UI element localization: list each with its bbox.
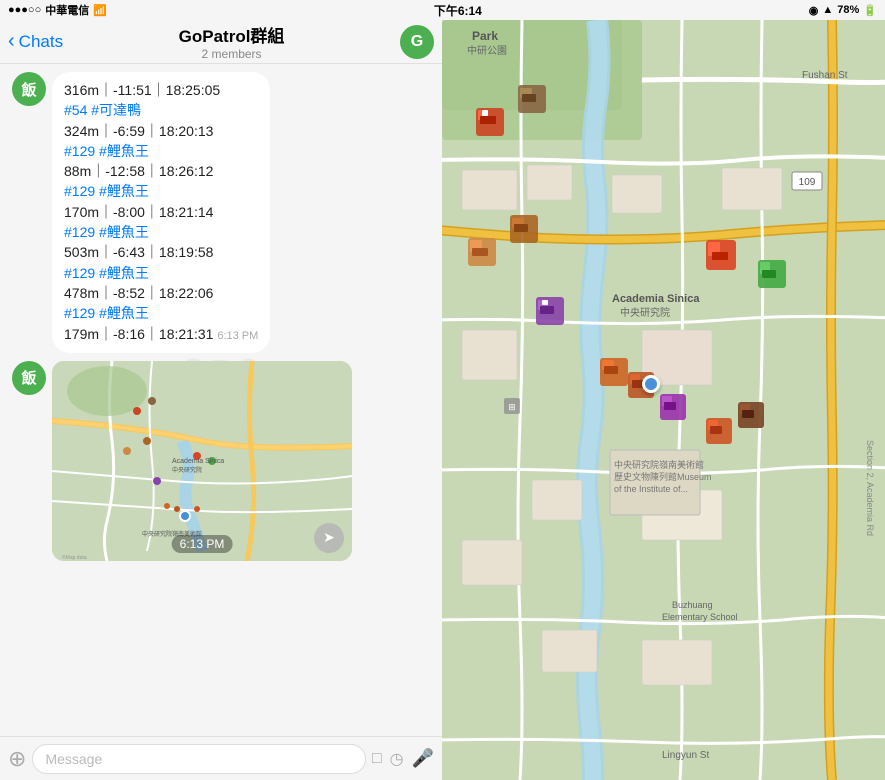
back-button[interactable]: ‹ Chats [8,30,63,53]
signal-dots: ●●●○○ [8,4,41,16]
msg-line-4: #129 #鯉魚王 [64,141,258,161]
svg-text:中央研究院: 中央研究院 [620,306,670,319]
status-time: 下午6:14 [434,2,482,19]
msg-line-6: #129 #鯉魚王 [64,181,258,201]
msg-line-3: 324m｜-6:59｜18:20:13 [64,121,258,141]
nav-bar: ‹ Chats GoPatrol群組 2 members G [0,20,442,64]
msg-line-5: 88m｜-12:58｜18:26:12 [64,161,258,181]
status-carrier-area: ●●●○○ 中華電信 📶 [8,2,107,18]
mini-map-svg: Academia Sinica 中央研究院 中央研究院嶺南美術館 ©Map da… [52,361,352,561]
msg-line-12: #129 #鯉魚王 [64,303,258,323]
msg-line-2: #54 #可達鴨 [64,100,258,120]
messages-area[interactable]: 🐻 飯 316m｜-11:51｜18:25:05 #54 #可達鴨 324m｜-… [0,64,442,736]
battery-icon: 🔋 [863,4,877,17]
svg-text:of the Institute of...: of the Institute of... [614,484,688,494]
status-right-area: ◉ ▲ 78% 🔋 [809,4,877,17]
map-share-button[interactable]: ➤ [314,523,344,553]
app-container: ‹ Chats GoPatrol群組 2 members G 🐻 飯 316m｜… [0,20,885,780]
message-placeholder: Message [45,751,102,767]
map-time-badge: 6:13 PM [172,535,233,553]
svg-text:中研公園: 中研公園 [467,44,507,57]
msg-line-11: 478m｜-8:52｜18:22:06 [64,283,258,303]
msg-line-7: 170m｜-8:00｜18:21:14 [64,202,258,222]
group-name: GoPatrol群組 [63,22,400,47]
gps-icon: ▲ [822,4,833,16]
message-group: 飯 316m｜-11:51｜18:25:05 #54 #可達鴨 324m｜-6:… [12,72,430,353]
avatar-letter: G [411,33,423,51]
location-icon: ◉ [809,4,819,17]
chat-panel: ‹ Chats GoPatrol群組 2 members G 🐻 飯 316m｜… [0,20,442,780]
svg-text:中央研究院: 中央研究院 [172,466,202,474]
svg-text:Section 2, Academia Rd: Section 2, Academia Rd [865,440,875,536]
msg-last-line: 179m｜-8:16｜18:21:31 [64,326,217,342]
svg-text:歷史文物陳列館Museum: 歷史文物陳列館Museum [614,471,712,482]
pokemon-link-5[interactable]: #129 #鯉魚王 [64,265,149,281]
msg-time-1: 6:13 PM [217,330,258,342]
svg-text:Lingyun St: Lingyun St [662,750,709,761]
main-map-svg: 109 Park 中研公園 Fushan St Academia Sinica … [442,20,885,780]
svg-text:Park: Park [472,29,498,43]
pokemon-link-6[interactable]: #129 #鯉魚王 [64,305,149,321]
msg-line-10: #129 #鯉魚王 [64,263,258,283]
msg-line-13: 179m｜-8:16｜18:21:31 6:13 PM [64,324,258,345]
back-label: Chats [19,32,63,52]
status-bar: ●●●○○ 中華電信 📶 下午6:14 ◉ ▲ 78% 🔋 [0,0,885,20]
carrier-name: 中華電信 [45,2,89,18]
chevron-left-icon: ‹ [8,30,15,53]
wifi-icon: 📶 [93,4,107,17]
svg-text:Fushan St: Fushan St [802,70,848,81]
svg-text:中央研究院嶺南美術館: 中央研究院嶺南美術館 [614,459,704,470]
map-panel[interactable]: 109 Park 中研公園 Fushan St Academia Sinica … [442,20,885,780]
svg-text:109: 109 [799,177,816,188]
msg-line-8: #129 #鯉魚王 [64,222,258,242]
map-message-container: Academia Sinica 中央研究院 中央研究院嶺南美術館 ©Map da… [52,361,352,561]
svg-text:©Map data: ©Map data [62,554,87,561]
input-bar: ⊕ Message □ ◷ 🎤 [0,736,442,780]
nav-title-area: GoPatrol群組 2 members [63,22,400,61]
battery-percent: 78% [837,4,859,16]
input-right-icons: □ ◷ 🎤 [372,748,434,769]
pokemon-link-4[interactable]: #129 #鯉魚王 [64,224,149,240]
svg-text:Academia Sinica: Academia Sinica [172,458,224,465]
msg-line-1: 316m｜-11:51｜18:25:05 [64,80,258,100]
user-location-dot [642,375,660,393]
sender-avatar: 飯 [12,72,46,106]
svg-text:Elementary School: Elementary School [662,612,738,622]
pokemon-link-1[interactable]: #54 #可達鴨 [64,102,141,118]
message-input[interactable]: Message [32,744,366,774]
svg-text:Buzhuang: Buzhuang [672,600,713,610]
svg-text:Academia Sinica: Academia Sinica [612,293,700,305]
share-icon: ➤ [323,529,335,546]
pokemon-link-3[interactable]: #129 #鯉魚王 [64,183,149,199]
map-thumbnail[interactable]: Academia Sinica 中央研究院 中央研究院嶺南美術館 ©Map da… [52,361,352,561]
sticker-icon[interactable]: □ [372,750,382,768]
group-avatar[interactable]: G [400,25,434,59]
clock-icon[interactable]: ◷ [390,749,404,769]
msg-line-9: 503m｜-6:43｜18:19:58 [64,242,258,262]
message-bubble-area: 316m｜-11:51｜18:25:05 #54 #可達鴨 324m｜-6:59… [52,72,270,353]
mic-icon[interactable]: 🎤 [412,748,434,769]
members-count: 2 members [63,47,400,61]
svg-text:⊞: ⊞ [508,402,516,412]
pokemon-link-2[interactable]: #129 #鯉魚王 [64,143,149,159]
attach-icon[interactable]: ⊕ [8,746,26,772]
sender-avatar-2: 飯 [12,361,46,395]
text-bubble: 316m｜-11:51｜18:25:05 #54 #可達鴨 324m｜-6:59… [52,72,270,353]
map-message-group: 飯 [12,361,430,561]
map-bubble[interactable]: Academia Sinica 中央研究院 中央研究院嶺南美術館 ©Map da… [52,361,352,561]
